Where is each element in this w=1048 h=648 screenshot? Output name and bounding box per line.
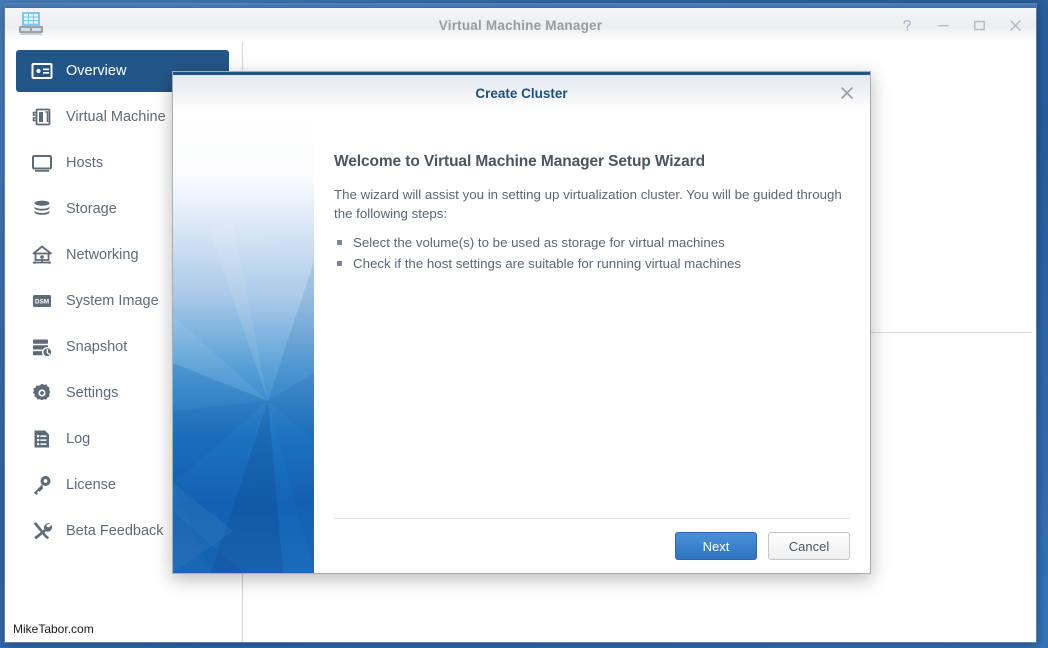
dialog-paragraph: The wizard will assist you in setting up… <box>334 187 842 221</box>
close-icon[interactable] <box>1002 12 1028 38</box>
dsm-image-icon: DSM <box>30 289 54 313</box>
maximize-icon[interactable] <box>966 12 992 38</box>
sidebar-item-label: Snapshot <box>66 339 128 355</box>
sidebar-item-label: License <box>66 477 116 493</box>
sidebar-item-label: Settings <box>66 385 119 401</box>
database-stack-icon <box>30 197 54 221</box>
minimize-icon[interactable] <box>930 12 956 38</box>
cancel-button[interactable]: Cancel <box>768 532 850 560</box>
sidebar-item-label: Beta Feedback <box>66 523 164 539</box>
dialog-banner-image <box>173 111 314 573</box>
dialog-footer: Next Cancel <box>334 518 850 573</box>
dialog-heading: Welcome to Virtual Machine Manager Setup… <box>334 153 705 170</box>
help-icon[interactable] <box>894 12 920 38</box>
dialog-title: Create Cluster <box>475 85 568 101</box>
dialog-close-icon[interactable] <box>836 82 858 104</box>
server-rack-icon <box>16 10 46 38</box>
snapshot-icon <box>30 335 54 359</box>
dialog-content: Welcome to Virtual Machine Manager Setup… <box>314 111 870 518</box>
virtual-machine-icon <box>30 105 54 129</box>
list-item-label: Select the volume(s) to be used as stora… <box>353 235 725 250</box>
dialog-main-pane: Welcome to Virtual Machine Manager Setup… <box>314 111 870 573</box>
sidebar-item-label: Storage <box>66 201 117 217</box>
sidebar-item-label: Hosts <box>66 155 104 171</box>
create-cluster-dialog: Create Cluster Welcome to Virtual Machin… <box>172 71 871 574</box>
tools-icon <box>30 519 54 543</box>
window-titlebar[interactable]: Virtual Machine Manager <box>5 8 1036 42</box>
svg-text:DSM: DSM <box>35 298 49 305</box>
monitor-icon <box>30 151 54 175</box>
sidebar-item-label: Virtual Machine <box>66 109 166 125</box>
network-house-icon <box>30 243 54 267</box>
key-icon <box>30 473 54 497</box>
next-button[interactable]: Next <box>675 532 757 560</box>
gear-icon <box>30 381 54 405</box>
sidebar-item-label: System Image <box>66 293 159 309</box>
bullet-icon <box>337 240 342 245</box>
dialog-steps-list: Select the volume(s) to be used as stora… <box>334 232 846 274</box>
sidebar-item-label: Networking <box>66 247 139 263</box>
watermark: MikeTabor.com <box>13 622 94 636</box>
bullet-icon <box>337 261 342 266</box>
list-item: Select the volume(s) to be used as stora… <box>334 232 846 253</box>
dialog-header[interactable]: Create Cluster <box>173 75 870 111</box>
dialog-body: Welcome to Virtual Machine Manager Setup… <box>173 111 870 573</box>
list-item-label: Check if the host settings are suitable … <box>353 256 742 271</box>
list-item: Check if the host settings are suitable … <box>334 253 846 274</box>
sidebar-item-label: Overview <box>66 63 127 79</box>
window-title: Virtual Machine Manager <box>438 17 603 33</box>
log-document-icon <box>30 427 54 451</box>
window-controls <box>894 8 1028 42</box>
sidebar-item-label: Log <box>66 431 91 447</box>
overview-card-icon <box>30 59 54 83</box>
